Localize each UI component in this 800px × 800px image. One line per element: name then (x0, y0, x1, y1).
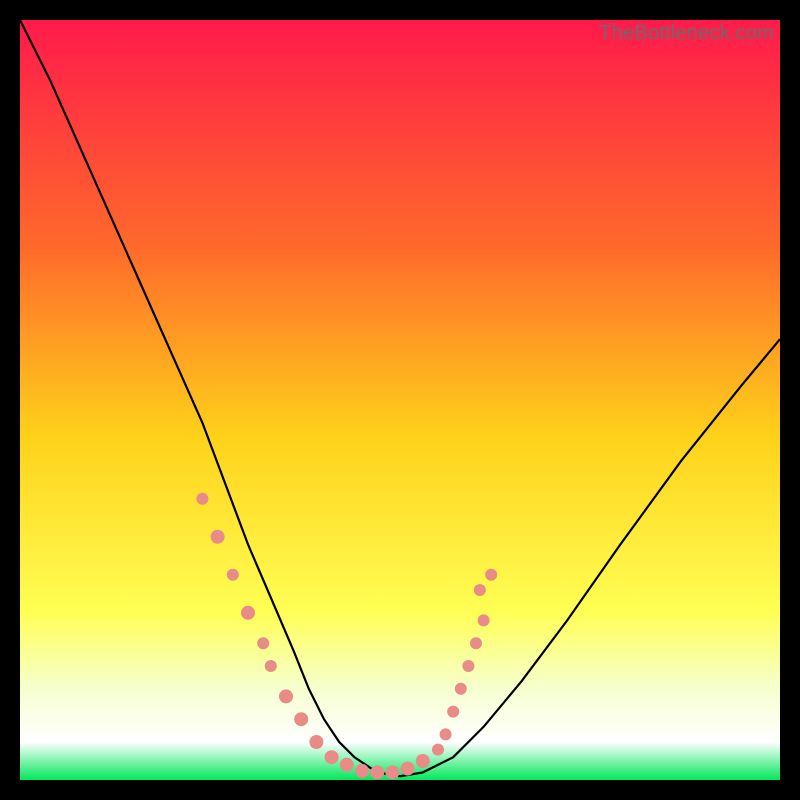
gradient-background (20, 20, 780, 780)
marker-point (401, 762, 415, 776)
marker-point (447, 706, 459, 718)
marker-point (455, 683, 467, 695)
marker-point (462, 660, 474, 672)
marker-point (211, 530, 225, 544)
marker-point (265, 660, 277, 672)
marker-point (241, 606, 255, 620)
marker-point (340, 758, 354, 772)
marker-point (355, 764, 369, 778)
marker-point (474, 584, 486, 596)
marker-point (385, 765, 399, 779)
watermark-text: TheBottleneck.com (599, 22, 774, 45)
marker-point (432, 744, 444, 756)
chart-frame: TheBottleneck.com (20, 20, 780, 780)
marker-point (309, 735, 323, 749)
marker-point (196, 493, 208, 505)
marker-point (478, 614, 490, 626)
marker-point (279, 689, 293, 703)
marker-point (227, 569, 239, 581)
marker-point (440, 728, 452, 740)
marker-point (294, 712, 308, 726)
marker-point (257, 637, 269, 649)
marker-point (470, 637, 482, 649)
marker-point (325, 750, 339, 764)
marker-point (485, 569, 497, 581)
bottleneck-chart (20, 20, 780, 780)
marker-point (370, 765, 384, 779)
marker-point (416, 754, 430, 768)
